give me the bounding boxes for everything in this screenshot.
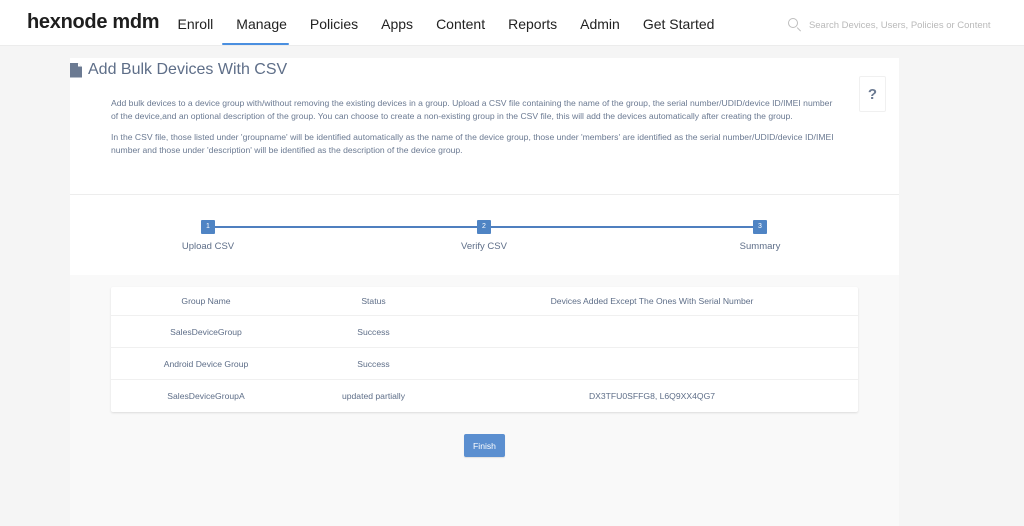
page-header-section: Add Bulk Devices With CSV ? Add bulk dev…: [70, 58, 899, 195]
file-icon: [70, 62, 82, 78]
column-header-group-name: Group Name: [181, 296, 231, 306]
step-connector: [489, 226, 759, 228]
top-navbar: hexnode mdm Enroll Manage Policies Apps …: [0, 0, 1024, 46]
group-name-cell: SalesDeviceGroup: [170, 326, 242, 337]
help-button[interactable]: ?: [859, 76, 886, 112]
page-title-text: Add Bulk Devices With CSV: [88, 61, 288, 78]
main-nav: Enroll Manage Policies Apps Content Repo…: [166, 0, 726, 46]
search-icon: [788, 18, 802, 32]
status-cell: Success: [357, 326, 390, 337]
wizard-steps: 1 2 3 Upload CSV Verify CSV Summary: [70, 195, 899, 275]
nav-content[interactable]: Content: [425, 0, 497, 46]
group-name-cell: SalesDeviceGroupA: [167, 391, 245, 401]
global-search: [788, 16, 998, 34]
nav-manage[interactable]: Manage: [225, 0, 299, 46]
step-2-label: Verify CSV: [461, 241, 507, 252]
summary-table: Group Name Status Devices Added Except T…: [111, 287, 858, 412]
active-tab-indicator: [222, 43, 289, 45]
step-1-badge: 1: [201, 220, 215, 234]
step-2-badge: 2: [477, 220, 491, 234]
step-3-label: Summary: [739, 241, 781, 252]
step-1-label: Upload CSV: [181, 241, 235, 252]
nav-apps[interactable]: Apps: [370, 0, 425, 46]
description-paragraph-2: In the CSV file, those listed under 'gro…: [111, 132, 834, 155]
description-paragraph-1: Add bulk devices to a device group with/…: [111, 98, 833, 121]
search-input[interactable]: [808, 19, 998, 31]
nav-enroll[interactable]: Enroll: [166, 0, 225, 46]
nav-get-started[interactable]: Get Started: [631, 0, 726, 46]
table-row: SalesDeviceGroupA updated partially DX3T…: [111, 380, 858, 412]
page-title: Add Bulk Devices With CSV: [70, 61, 287, 79]
table-row: Android Device Group Success: [111, 348, 858, 380]
step-3-badge: 3: [753, 220, 767, 234]
page-description: Add bulk devices to a device group with/…: [111, 97, 841, 165]
finish-button[interactable]: Finish: [464, 434, 505, 457]
table-row: SalesDeviceGroup Success: [111, 316, 858, 348]
hexnode-logo[interactable]: hexnode mdm: [27, 11, 160, 34]
status-cell: updated partially: [341, 391, 406, 401]
nav-reports[interactable]: Reports: [497, 0, 569, 46]
group-name-cell: Android Device Group: [163, 358, 249, 369]
devices-cell: DX3TFU0SFFG8, L6Q9XX4QG7: [588, 391, 716, 401]
status-cell: Success: [357, 358, 390, 369]
nav-admin[interactable]: Admin: [569, 0, 632, 46]
main-panel: Add Bulk Devices With CSV ? Add bulk dev…: [70, 58, 899, 526]
step-connector: [212, 226, 483, 228]
column-header-status: Status: [361, 296, 386, 306]
column-header-devices-excepted: Devices Added Except The Ones With Seria…: [550, 296, 754, 306]
nav-policies[interactable]: Policies: [298, 0, 369, 46]
table-header-row: Group Name Status Devices Added Except T…: [111, 287, 858, 316]
